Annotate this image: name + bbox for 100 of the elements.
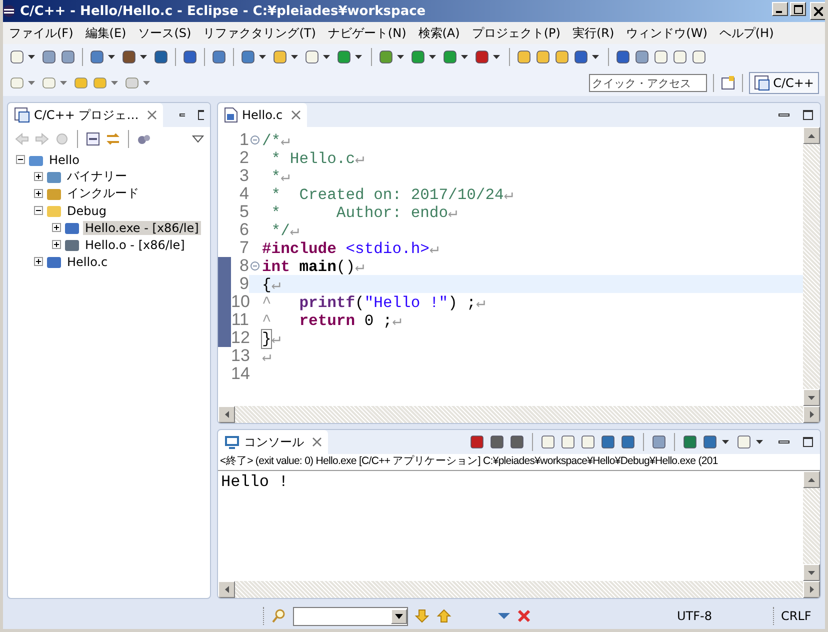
editor-tab[interactable]: Hello.c (218, 103, 307, 127)
menu-item[interactable]: ソース(S) (132, 24, 198, 42)
caret-icon[interactable] (592, 55, 599, 59)
maximize-icon[interactable] (802, 436, 814, 448)
caret-icon[interactable] (722, 440, 729, 444)
caret-icon[interactable] (429, 55, 436, 59)
code-token: ↵ (429, 240, 439, 258)
code-token: * Created on: 2017/10/24 (270, 186, 504, 204)
menu-item[interactable]: ウィンドウ(W) (620, 24, 714, 42)
code-token: ^ (262, 294, 272, 312)
code-token: ) ; (448, 294, 476, 312)
line-delimiter-label: CRLF (781, 609, 812, 623)
code-token: #include (262, 240, 336, 258)
code-token: * Hello.c (270, 150, 356, 168)
fold-icon[interactable] (250, 135, 260, 145)
maximize-icon (794, 4, 802, 14)
arrow-up-icon[interactable] (436, 608, 452, 624)
code-token: ↵ (271, 330, 281, 348)
horizontal-scrollbar[interactable] (218, 406, 820, 423)
horizontal-scrollbar[interactable] (218, 581, 820, 598)
scroll-right-button[interactable] (803, 581, 820, 598)
project-explorer-tab[interactable]: C/C++ プロジェ… (8, 103, 163, 127)
menu-item[interactable]: ヘルプ(H) (713, 24, 780, 42)
tree-toggle-icon[interactable] (34, 206, 43, 215)
tree-toggle-icon[interactable] (52, 240, 61, 249)
scroll-down-button[interactable] (803, 564, 820, 581)
menu-item[interactable]: 編集(E) (79, 24, 132, 42)
tree-item[interactable]: Debug (65, 204, 108, 218)
scroll-up-button[interactable] (803, 127, 820, 144)
maximize-icon[interactable] (802, 109, 814, 121)
close-icon[interactable] (290, 110, 301, 120)
view-menu-icon[interactable] (192, 135, 204, 143)
code-token: ↵ (280, 132, 290, 150)
menu-item[interactable]: ナビゲート(N) (322, 24, 412, 42)
encoding-label: UTF-8 (677, 609, 713, 623)
code-token: * Author: endo (270, 204, 448, 222)
close-icon[interactable] (312, 437, 322, 447)
close-button[interactable] (810, 2, 825, 20)
caret-icon[interactable] (756, 440, 763, 444)
menu-item[interactable]: ファイル(F) (3, 24, 80, 42)
code-token: () (336, 258, 356, 276)
scroll-down-button[interactable] (803, 389, 820, 406)
menu-item[interactable]: 実行(R) (566, 24, 620, 42)
tree-item[interactable]: バイナリー (65, 168, 129, 185)
vertical-scrollbar[interactable] (803, 471, 820, 581)
collapse-all-icon[interactable] (85, 131, 101, 147)
triangle-right-icon (810, 586, 814, 593)
perspective-icon (754, 75, 770, 91)
tree-toggle-icon[interactable] (34, 172, 43, 181)
open-perspective-icon[interactable] (720, 75, 736, 91)
caret-icon[interactable] (28, 55, 35, 59)
maximize-icon[interactable] (197, 109, 204, 121)
fold-icon[interactable] (250, 261, 260, 271)
tree-item[interactable]: インクルード (65, 185, 141, 202)
caret-icon[interactable] (323, 55, 330, 59)
code-token: ↵ (355, 150, 364, 168)
caret-icon[interactable] (355, 55, 362, 59)
scroll-left-button[interactable] (218, 406, 235, 423)
code-token: /* (262, 132, 281, 150)
code-token: ↵ (271, 276, 281, 294)
arrow-down-icon[interactable] (414, 608, 430, 624)
menu-item[interactable]: プロジェクト(P) (466, 24, 566, 42)
perspective-button[interactable]: C/C++ (749, 72, 819, 94)
code-token: ↵ (504, 186, 514, 204)
tree-toggle-icon[interactable] (34, 189, 43, 198)
tree-item[interactable]: Hello.o - [x86/le] (83, 238, 187, 252)
scroll-right-button[interactable] (803, 406, 820, 423)
vertical-scrollbar[interactable] (803, 127, 820, 406)
code-token: */ (270, 222, 290, 240)
caret-icon[interactable] (291, 55, 298, 59)
caret-icon[interactable] (461, 55, 468, 59)
scroll-up-button[interactable] (803, 471, 820, 488)
menu-item[interactable]: リファクタリング(T) (197, 24, 322, 42)
menu-item[interactable]: 検索(A) (412, 24, 466, 42)
code-token: ↵ (290, 222, 300, 240)
console-tab[interactable]: コンソール (218, 430, 328, 454)
scroll-left-button[interactable] (218, 581, 235, 598)
caret-icon[interactable] (493, 55, 500, 59)
tree-item[interactable]: Hello (47, 152, 82, 166)
code-token: return (299, 312, 356, 330)
caret-icon[interactable] (108, 55, 115, 59)
caret-icon[interactable] (259, 55, 266, 59)
tree-toggle-icon[interactable] (16, 155, 25, 164)
close-icon[interactable] (516, 608, 532, 624)
tree-toggle-icon[interactable] (52, 223, 61, 232)
maximize-button[interactable] (790, 2, 806, 16)
tree-item[interactable]: Hello.exe - [x86/le] (83, 220, 201, 234)
quick-access-field[interactable]: クイック・アクセス (589, 74, 708, 92)
code-token: ↵ (448, 204, 458, 222)
find-combo-box[interactable] (293, 606, 408, 626)
caret-icon[interactable] (397, 55, 404, 59)
monitor-icon (224, 434, 240, 450)
code-token: main (298, 258, 336, 276)
tree-toggle-icon[interactable] (34, 257, 43, 266)
minimize-button[interactable] (772, 2, 788, 16)
close-icon (814, 6, 822, 16)
tree-item[interactable]: Hello.c (65, 254, 110, 268)
close-icon[interactable] (146, 110, 157, 120)
code-token: ^ (262, 312, 272, 330)
caret-icon[interactable] (140, 55, 147, 59)
